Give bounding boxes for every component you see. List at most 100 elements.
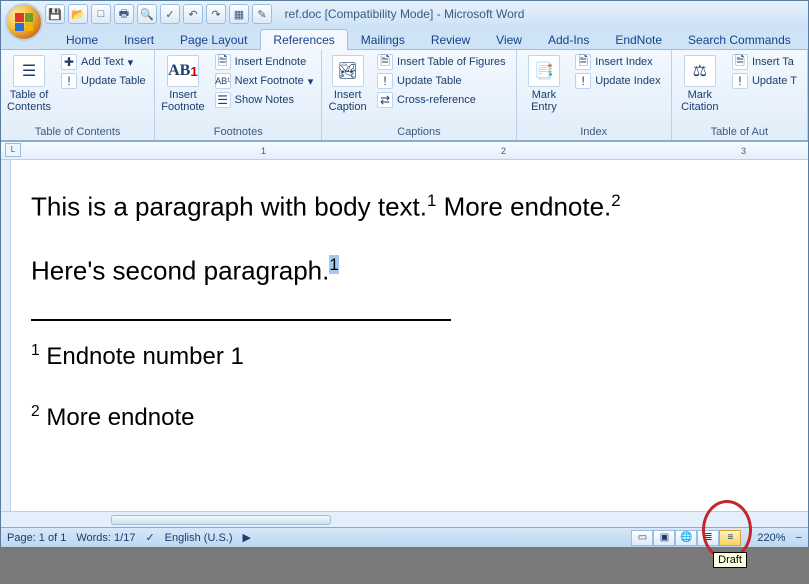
group-toc: ☰ Table of Contents ✚Add Text ▾ !Update … (1, 50, 155, 140)
horizontal-scrollbar[interactable] (1, 511, 808, 527)
citation-icon: ⚖ (684, 55, 716, 87)
update-captions-label: Update Table (397, 75, 462, 87)
update-index-button[interactable]: !Update Index (571, 72, 664, 90)
toc-icon: ☰ (13, 55, 45, 87)
zoom-out-icon[interactable]: − (796, 532, 802, 544)
tab-mailings[interactable]: Mailings (348, 29, 418, 49)
update-index-icon: ! (575, 73, 591, 89)
qat-table-icon[interactable]: ▦ (229, 4, 249, 24)
tab-references[interactable]: References (260, 29, 347, 50)
qat-open-icon[interactable]: 📂 (68, 4, 88, 24)
insert-toa-label: Insert Ta (752, 56, 794, 68)
tab-view[interactable]: View (483, 29, 535, 49)
endnote-icon: 🗎 (215, 54, 231, 70)
update-table-button[interactable]: !Update Table (57, 72, 150, 90)
p2-ref-selected[interactable]: 1 (329, 255, 338, 274)
document-area[interactable]: This is a paragraph with body text.1 Mor… (11, 160, 808, 511)
qat-undo-icon[interactable]: ↶ (183, 4, 203, 24)
group-toa-label: Table of Aut (678, 125, 801, 139)
tab-search-commands[interactable]: Search Commands (675, 29, 804, 49)
next-footnote-label: Next Footnote (235, 75, 304, 87)
insert-caption-button[interactable]: 🏞 Insert Caption (328, 53, 367, 125)
vertical-ruler[interactable] (1, 160, 11, 511)
table-of-contents-button[interactable]: ☰ Table of Contents (7, 53, 51, 125)
show-notes-button[interactable]: ☰Show Notes (211, 91, 318, 109)
update-toa-button[interactable]: !Update T (728, 72, 801, 90)
mark-entry-button[interactable]: 📑 Mark Entry (523, 53, 566, 125)
qat-preview-icon[interactable]: 🔍 (137, 4, 157, 24)
paragraph-2[interactable]: Here's second paragraph.1 (31, 254, 788, 288)
status-language[interactable]: English (U.S.) (165, 532, 233, 544)
horizontal-ruler[interactable]: L 1 2 3 (1, 142, 808, 160)
status-macro-icon[interactable]: ▶ (243, 531, 251, 544)
index-icon: 🗎 (575, 54, 591, 70)
mark-citation-button[interactable]: ⚖ Mark Citation (678, 53, 722, 125)
view-print-layout[interactable]: ▭ (631, 530, 653, 546)
scrollbar-thumb[interactable] (111, 515, 331, 525)
status-spell-icon[interactable]: ✓ (145, 531, 154, 544)
mark-entry-label: Mark Entry (531, 89, 557, 113)
cross-reference-label: Cross-reference (397, 94, 476, 106)
mark-entry-icon: 📑 (528, 55, 560, 87)
update-captions-button[interactable]: ! Update Table (373, 72, 510, 90)
draft-tooltip: Draft (713, 552, 747, 568)
ruler-corner-icon[interactable]: L (5, 143, 21, 157)
qat-print-icon[interactable]: 🖶 (114, 4, 134, 24)
group-index-label: Index (523, 125, 665, 139)
tab-review[interactable]: Review (418, 29, 483, 49)
tof-icon: 🗎 (377, 54, 393, 70)
next-icon: AB¹ (215, 73, 231, 89)
p1-ref-1[interactable]: 1 (427, 191, 436, 210)
next-footnote-button[interactable]: AB¹Next Footnote ▾ (211, 72, 318, 90)
add-text-label: Add Text (81, 56, 124, 68)
status-words[interactable]: Words: 1/17 (76, 532, 135, 544)
p1-text-b: More endnote. (436, 192, 611, 222)
group-captions: 🏞 Insert Caption 🗎 Insert Table of Figure… (322, 50, 516, 140)
paragraph-1[interactable]: This is a paragraph with body text.1 Mor… (31, 190, 788, 224)
insert-footnote-button[interactable]: AB1 Insert Footnote (161, 53, 204, 125)
quick-access-toolbar: 💾 📂 □ 🖶 🔍 ✓ ↶ ↷ ▦ ✎ (45, 4, 272, 24)
qat-spell-icon[interactable]: ✓ (160, 4, 180, 24)
office-button[interactable] (5, 3, 43, 41)
add-text-button[interactable]: ✚Add Text ▾ (57, 53, 150, 71)
insert-tof-label: Insert Table of Figures (397, 56, 506, 68)
p1-ref-2[interactable]: 2 (611, 191, 620, 210)
view-full-screen[interactable]: ▣ (653, 530, 675, 546)
endnote-2[interactable]: 2 More endnote (31, 402, 788, 433)
view-draft[interactable]: ≡ (719, 530, 741, 546)
status-page[interactable]: Page: 1 of 1 (7, 532, 66, 544)
tab-add-ins[interactable]: Add-Ins (535, 29, 602, 49)
insert-caption-label: Insert Caption (329, 89, 367, 113)
p2-text: Here's second paragraph. (31, 256, 329, 286)
plus-icon: ✚ (61, 54, 77, 70)
qat-save-icon[interactable]: 💾 (45, 4, 65, 24)
view-web-layout[interactable]: 🌐 (675, 530, 697, 546)
ribbon-tabstrip: Home Insert Page Layout References Maili… (1, 27, 808, 49)
view-buttons: ▭ ▣ 🌐 ≣ ≡ (631, 530, 741, 546)
qat-new-icon[interactable]: □ (91, 4, 111, 24)
tab-endnote[interactable]: EndNote (602, 29, 675, 49)
insert-toa-button[interactable]: 🗎 Insert Ta (728, 53, 801, 71)
insert-tof-button[interactable]: 🗎 Insert Table of Figures (373, 53, 510, 71)
view-outline[interactable]: ≣ (697, 530, 719, 546)
ruler-mark-2: 2 (501, 146, 506, 156)
show-notes-label: Show Notes (235, 94, 294, 106)
group-footnotes-label: Footnotes (161, 125, 315, 139)
insert-index-button[interactable]: 🗎Insert Index (571, 53, 664, 71)
tab-insert[interactable]: Insert (111, 29, 167, 49)
cross-reference-button[interactable]: ⇄Cross-reference (373, 91, 510, 109)
insert-endnote-label: Insert Endnote (235, 56, 307, 68)
status-zoom[interactable]: 220% (757, 532, 785, 544)
insert-endnote-button[interactable]: 🗎 Insert Endnote (211, 53, 318, 71)
toc-label: Table of Contents (7, 89, 51, 113)
qat-format-icon[interactable]: ✎ (252, 4, 272, 24)
caption-icon: 🏞 (332, 55, 364, 87)
update-icon: ! (377, 73, 393, 89)
tab-home[interactable]: Home (53, 29, 111, 49)
en1-num: 1 (31, 342, 40, 359)
toa-icon: 🗎 (732, 54, 748, 70)
footnote-icon: AB1 (167, 55, 199, 87)
qat-redo-icon[interactable]: ↷ (206, 4, 226, 24)
endnote-1[interactable]: 1 Endnote number 1 (31, 341, 788, 372)
tab-page-layout[interactable]: Page Layout (167, 29, 260, 49)
